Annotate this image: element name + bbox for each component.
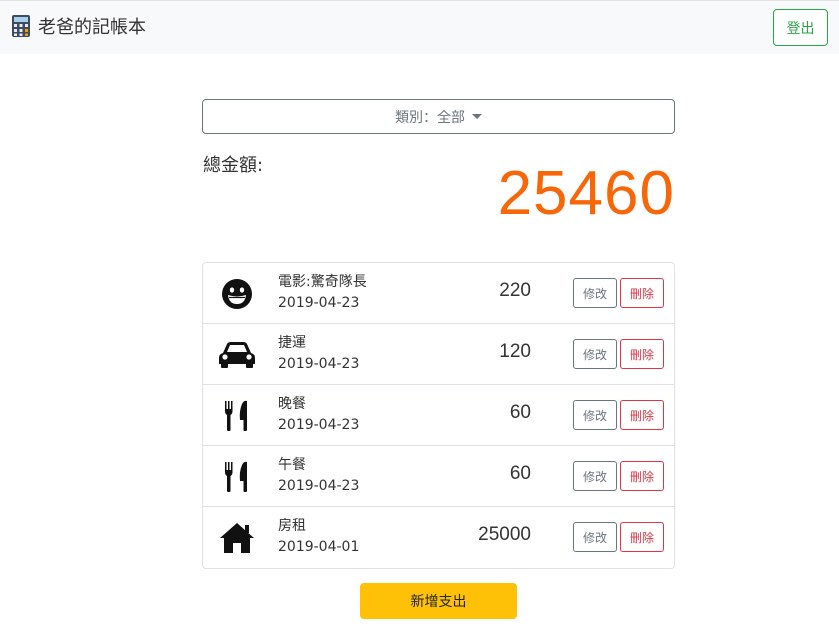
delete-button[interactable]: 刪除 (620, 522, 664, 552)
record-row: 午餐 2019-04-23 60 修改 刪除 (203, 446, 674, 507)
utensils-icon (217, 398, 257, 434)
delete-button[interactable]: 刪除 (620, 400, 664, 430)
grin-face-icon (217, 276, 257, 312)
total-label: 總金額: (203, 155, 264, 176)
caret-down-icon (472, 114, 482, 119)
record-amount: 60 (509, 463, 531, 484)
abacus-icon (12, 15, 30, 37)
total-amount: 25460 (497, 159, 675, 228)
top-navbar: 老爸的記帳本 登出 (0, 0, 839, 54)
record-date: 2019-04-23 (278, 295, 360, 311)
record-amount: 60 (509, 402, 531, 423)
record-date: 2019-04-23 (278, 356, 360, 372)
edit-button[interactable]: 修改 (573, 339, 617, 369)
record-name: 午餐 (278, 457, 306, 473)
category-filter-dropdown[interactable]: 類別：全部 (202, 99, 675, 134)
record-name: 晚餐 (278, 396, 306, 412)
car-icon (217, 337, 257, 373)
record-amount: 120 (499, 341, 531, 362)
record-list: 電影:驚奇隊長 2019-04-23 220 修改 刪除 捷運 2019-04-… (202, 262, 675, 569)
record-row: 捷運 2019-04-23 120 修改 刪除 (203, 324, 674, 385)
record-name: 電影:驚奇隊長 (278, 274, 367, 290)
record-amount: 25000 (478, 524, 531, 545)
record-name: 捷運 (278, 335, 306, 351)
record-name: 房租 (278, 518, 306, 534)
record-date: 2019-04-01 (278, 539, 360, 555)
edit-button[interactable]: 修改 (573, 461, 617, 491)
edit-button[interactable]: 修改 (573, 522, 617, 552)
add-expense-button[interactable]: 新增支出 (360, 583, 517, 619)
brand-title: 老爸的記帳本 (38, 17, 146, 38)
home-icon (217, 520, 257, 556)
delete-button[interactable]: 刪除 (620, 278, 664, 308)
edit-button[interactable]: 修改 (573, 400, 617, 430)
record-amount: 220 (499, 280, 531, 301)
edit-button[interactable]: 修改 (573, 278, 617, 308)
record-row: 房租 2019-04-01 25000 修改 刪除 (203, 507, 674, 568)
utensils-icon (217, 459, 257, 495)
delete-button[interactable]: 刪除 (620, 461, 664, 491)
record-row: 電影:驚奇隊長 2019-04-23 220 修改 刪除 (203, 263, 674, 324)
delete-button[interactable]: 刪除 (620, 339, 664, 369)
record-row: 晚餐 2019-04-23 60 修改 刪除 (203, 385, 674, 446)
record-date: 2019-04-23 (278, 478, 360, 494)
logout-button[interactable]: 登出 (773, 9, 828, 46)
category-filter-label: 類別：全部 (395, 109, 465, 126)
record-date: 2019-04-23 (278, 417, 360, 433)
brand[interactable]: 老爸的記帳本 (11, 13, 146, 39)
